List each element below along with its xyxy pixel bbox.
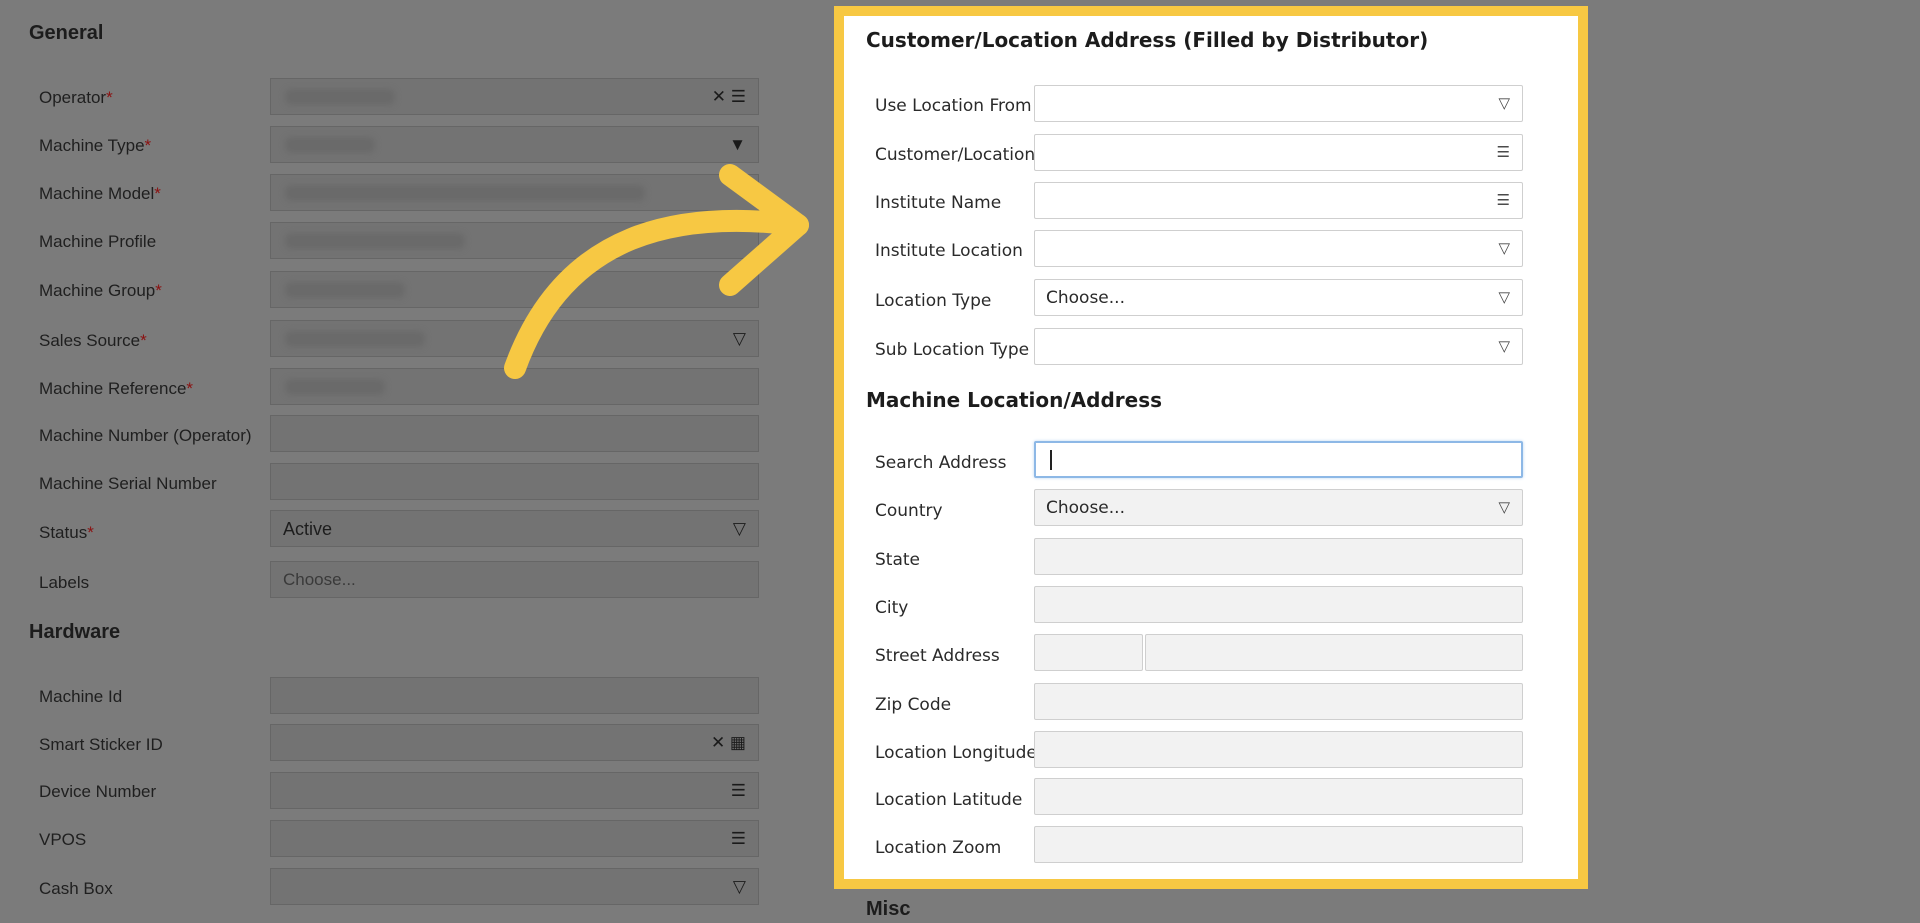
state-label: State bbox=[875, 550, 920, 570]
list-icon[interactable]: ☰ bbox=[731, 829, 746, 849]
street-number-field[interactable] bbox=[1034, 634, 1143, 671]
chevron-down-icon: ▽ bbox=[1498, 499, 1510, 516]
highlighted-address-panel: Customer/Location Address (Filled by Dis… bbox=[834, 6, 1588, 889]
sales-source-label: Sales Source* bbox=[39, 331, 147, 350]
machine-id-label: Machine Id bbox=[39, 687, 123, 706]
list-icon[interactable]: ☰ bbox=[1497, 143, 1510, 161]
street-address-label: Street Address bbox=[875, 646, 1000, 666]
country-label: Country bbox=[875, 501, 943, 521]
country-value: Choose... bbox=[1046, 498, 1125, 518]
clear-list-icon[interactable]: ✕ ☰ bbox=[712, 87, 746, 107]
labels-placeholder: Choose... bbox=[283, 570, 356, 589]
vpos-label: VPOS bbox=[39, 830, 87, 849]
machine-model-label: Machine Model* bbox=[39, 184, 161, 203]
smart-sticker-field[interactable]: ✕ ▦ bbox=[270, 724, 759, 761]
smart-sticker-label: Smart Sticker ID bbox=[39, 735, 163, 754]
institute-location-select[interactable]: ▽ bbox=[1034, 230, 1523, 267]
chevron-down-icon: ▽ bbox=[732, 877, 746, 896]
status-label: Status* bbox=[39, 523, 94, 542]
location-zoom-field[interactable] bbox=[1034, 826, 1523, 863]
chevron-down-icon: ▽ bbox=[1498, 289, 1510, 306]
sub-location-type-label: Sub Location Type bbox=[875, 340, 1030, 360]
machine-type-label: Machine Type* bbox=[39, 136, 152, 155]
location-type-select[interactable]: Choose... ▽ bbox=[1034, 279, 1523, 316]
state-field[interactable] bbox=[1034, 538, 1523, 575]
vpos-field[interactable]: ☰ bbox=[270, 820, 759, 857]
status-select[interactable]: Active ▽ bbox=[270, 510, 759, 547]
clear-qr-icon[interactable]: ✕ ▦ bbox=[711, 733, 746, 753]
chevron-down-icon: ▽ bbox=[732, 519, 746, 538]
institute-location-label: Institute Location bbox=[875, 241, 1023, 261]
general-section-title: General bbox=[29, 22, 104, 44]
search-address-input[interactable] bbox=[1034, 441, 1523, 478]
institute-name-field[interactable]: ☰ bbox=[1034, 182, 1523, 219]
list-icon[interactable]: ☰ bbox=[1497, 191, 1510, 209]
location-type-value: Choose... bbox=[1046, 288, 1125, 308]
labels-label: Labels bbox=[39, 573, 90, 592]
operator-label: Operator* bbox=[39, 88, 113, 107]
country-select[interactable]: Choose... ▽ bbox=[1034, 489, 1523, 526]
device-number-field[interactable]: ☰ bbox=[270, 772, 759, 809]
zip-code-field[interactable] bbox=[1034, 683, 1523, 720]
street-name-field[interactable] bbox=[1145, 634, 1523, 671]
location-latitude-label: Location Latitude bbox=[875, 790, 1023, 810]
use-location-from-select[interactable]: ▽ bbox=[1034, 85, 1523, 122]
customer-location-label: Customer/Location bbox=[875, 145, 1036, 165]
labels-field[interactable]: Choose... bbox=[270, 561, 759, 598]
curved-arrow-icon bbox=[504, 164, 809, 379]
institute-name-label: Institute Name bbox=[875, 193, 1002, 213]
machine-serial-label: Machine Serial Number bbox=[39, 474, 217, 493]
machine-number-field[interactable] bbox=[270, 415, 759, 452]
chevron-down-icon: ▽ bbox=[1498, 95, 1510, 112]
machine-number-label: Machine Number (Operator) bbox=[39, 426, 252, 445]
misc-section-title: Misc bbox=[866, 898, 911, 920]
machine-location-title: Machine Location/Address bbox=[866, 388, 1162, 412]
search-address-label: Search Address bbox=[875, 453, 1007, 473]
city-field[interactable] bbox=[1034, 586, 1523, 623]
location-type-label: Location Type bbox=[875, 291, 992, 311]
machine-group-label: Machine Group* bbox=[39, 281, 162, 300]
list-icon[interactable]: ☰ bbox=[731, 781, 746, 801]
cash-box-label: Cash Box bbox=[39, 879, 113, 898]
location-latitude-field[interactable] bbox=[1034, 778, 1523, 815]
machine-id-field[interactable] bbox=[270, 677, 759, 714]
customer-location-field[interactable]: ☰ bbox=[1034, 134, 1523, 171]
operator-field[interactable]: ✕ ☰ bbox=[270, 78, 759, 115]
hardware-section-title: Hardware bbox=[29, 621, 121, 643]
sub-location-type-select[interactable]: ▽ bbox=[1034, 328, 1523, 365]
chevron-down-icon: ▽ bbox=[1498, 240, 1510, 257]
machine-profile-label: Machine Profile bbox=[39, 232, 157, 251]
text-cursor bbox=[1050, 450, 1052, 470]
machine-reference-label: Machine Reference* bbox=[39, 379, 194, 398]
customer-location-title: Customer/Location Address (Filled by Dis… bbox=[866, 28, 1429, 52]
location-longitude-label: Location Longitude bbox=[875, 743, 1037, 763]
cash-box-select[interactable]: ▽ bbox=[270, 868, 759, 905]
machine-serial-field[interactable] bbox=[270, 463, 759, 500]
zip-code-label: Zip Code bbox=[875, 695, 952, 715]
device-number-label: Device Number bbox=[39, 782, 157, 801]
city-label: City bbox=[875, 598, 909, 618]
location-zoom-label: Location Zoom bbox=[875, 838, 1002, 858]
chevron-down-icon: ▽ bbox=[1498, 338, 1510, 355]
location-longitude-field[interactable] bbox=[1034, 731, 1523, 768]
use-location-from-label: Use Location From bbox=[875, 96, 1032, 116]
status-value: Active bbox=[283, 519, 333, 539]
